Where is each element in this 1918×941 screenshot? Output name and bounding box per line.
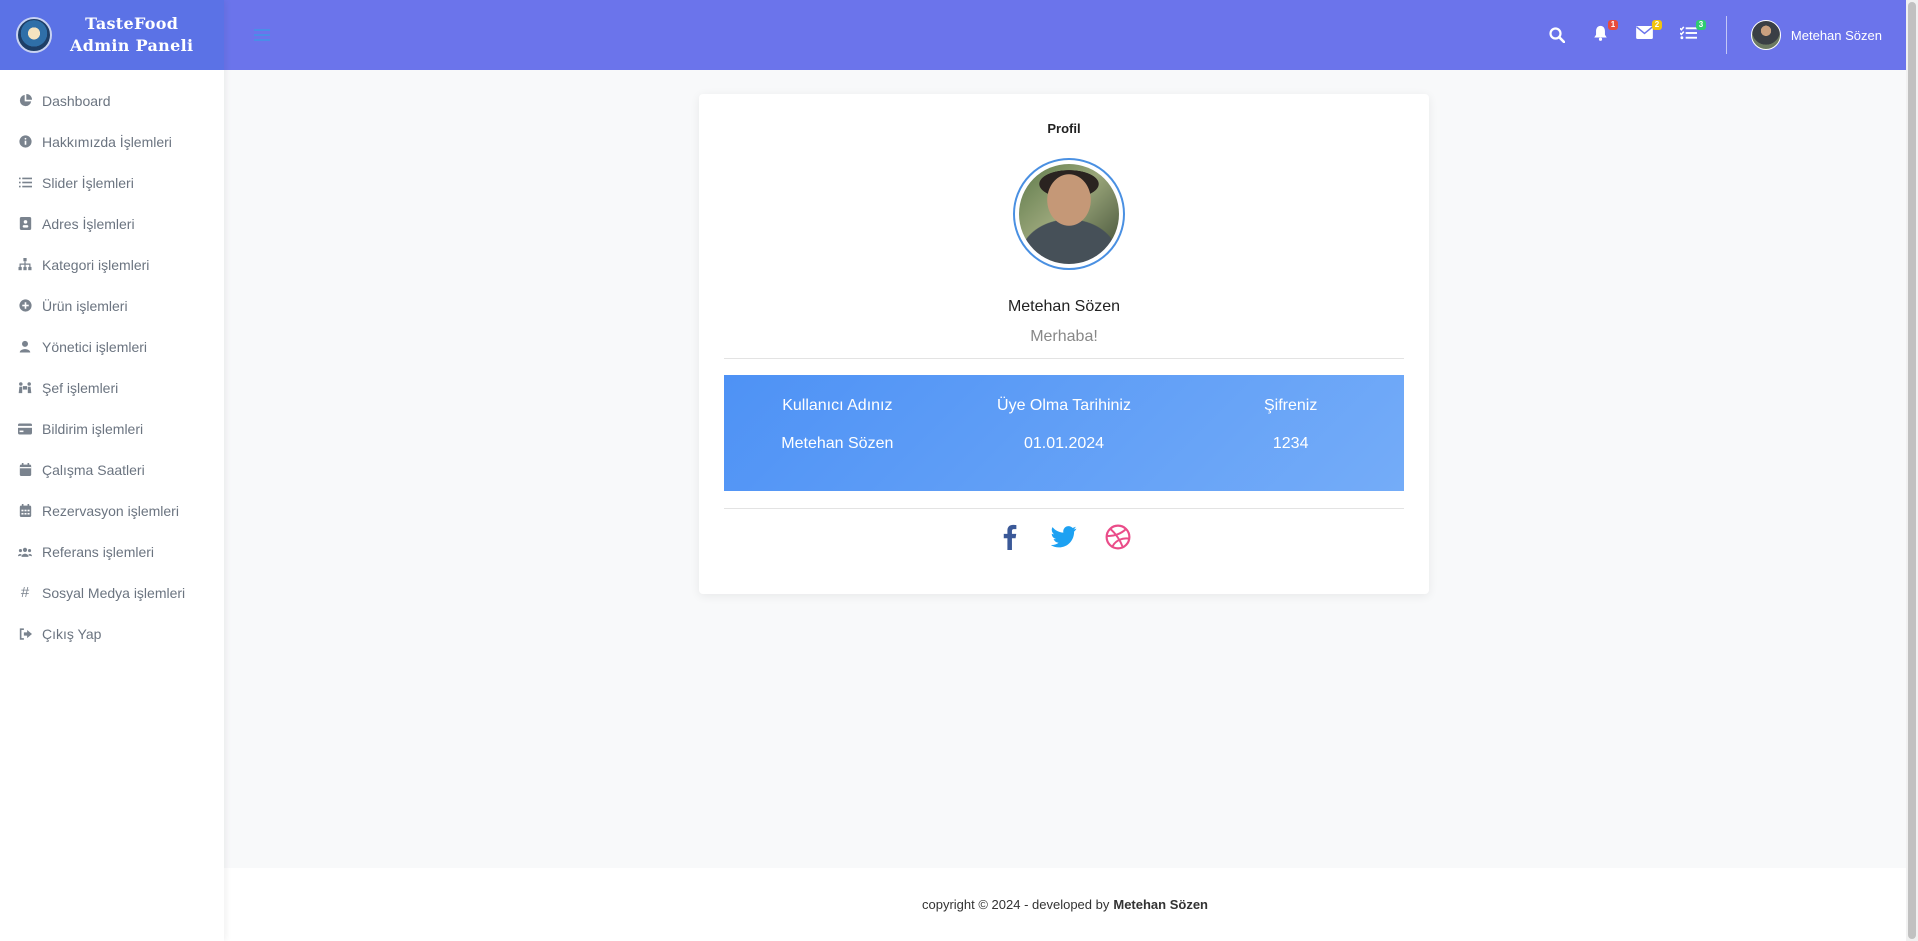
plus-circle-icon [18,299,32,313]
bell-icon [1593,25,1608,46]
sidebar-item-admin[interactable]: Yönetici işlemleri [0,326,224,367]
info-label: Şifreniz [1264,397,1318,414]
sidebar-item-label: Çıkış Yap [42,625,102,642]
profile-name: Metehan Sözen [1007,298,1121,315]
tasks-badge: 3 [1695,20,1706,30]
sidebar-item-label: Dashboard [42,92,111,109]
brand-title: TasteFood Admin Paneli [70,13,193,57]
profile-avatar [1019,164,1119,264]
topbar: 1 2 3 Metehan Sözen [224,0,1906,70]
sidebar-item-label: Hakkımızda İşlemleri [42,133,172,150]
sidebar-item-label: Adres İşlemleri [42,215,135,232]
brand[interactable]: TasteFood Admin Paneli [0,0,224,70]
calendar-icon [18,463,32,477]
info-label: Kullanıcı Adınız [782,397,893,414]
brand-title-line2: Admin Paneli [70,36,194,55]
sidebar-item-label: Rezervasyon işlemleri [42,502,179,519]
profile-avatar-frame [1013,158,1125,270]
info-value: 1234 [1272,435,1309,452]
sidebar-item-label: Kategori işlemleri [42,256,150,273]
footer: copyright © 2024 - developed by Metehan … [224,868,1906,941]
list-icon [18,176,32,190]
menu-toggle-icon[interactable] [254,29,270,41]
main-content: Profil Metehan Sözen Merhaba! Kullanıcı … [224,70,1906,868]
brand-title-line1: TasteFood [85,14,179,33]
sidebar-item-label: Çalışma Saatleri [42,461,145,478]
sidebar-item-chef[interactable]: Şef işlemleri [0,367,224,408]
sidebar-item-label: Ürün işlemleri [42,297,128,314]
sidebar-item-label: Yönetici işlemleri [42,338,148,355]
sidebar-item-address[interactable]: Adres İşlemleri [0,203,224,244]
profile-card: Profil Metehan Sözen Merhaba! Kullanıcı … [699,94,1429,594]
sidebar-item-about[interactable]: Hakkımızda İşlemleri [0,121,224,162]
sidebar-item-dashboard[interactable]: Dashboard [0,80,224,121]
social-links [699,522,1429,552]
user-name: Metehan Sözen [1790,27,1882,43]
footer-copyright: copyright © 2024 - developed by [922,897,1110,912]
dribbble-icon[interactable] [1105,522,1131,552]
address-card-icon [18,217,32,231]
calendar-alt-icon [18,504,32,518]
sidebar-nav: Dashboard Hakkımızda İşlemleri Slider İş… [0,70,224,654]
sidebar-item-working-hours[interactable]: Çalışma Saatleri [0,449,224,490]
tasks-button[interactable]: 3 [1678,20,1706,46]
messages-badge: 2 [1651,20,1662,30]
user-menu[interactable]: Metehan Sözen [1750,20,1882,50]
sidebar-item-reservation[interactable]: Rezervasyon işlemleri [0,490,224,531]
users-icon [18,545,32,559]
sidebar-item-label: Şef işlemleri [42,379,119,396]
scrollbar-thumb[interactable] [1908,2,1916,939]
search-icon[interactable] [1546,24,1568,46]
sidebar-item-label: Sosyal Medya işlemleri [42,584,186,601]
page-scrollbar[interactable] [1906,0,1918,941]
profile-greeting: Merhaba! [1030,328,1098,345]
credit-card-icon [18,422,32,436]
sidebar-item-label: Bildirim işlemleri [42,420,144,437]
info-value: Metehan Sözen [781,435,894,452]
envelope-icon [1636,26,1654,44]
sidebar-item-product[interactable]: Ürün işlemleri [0,285,224,326]
profile-info-panel: Kullanıcı Adınız Metehan Sözen Üye Olma … [724,375,1404,491]
footer-author: Metehan Sözen [1113,897,1208,912]
info-value: 01.01.2024 [1023,435,1105,452]
topbar-divider [1725,16,1727,54]
info-circle-icon [18,135,32,149]
topbar-actions: 1 2 3 Metehan Sözen [1524,0,1882,70]
sidebar-item-category[interactable]: Kategori işlemleri [0,244,224,285]
sidebar-item-label: Slider İşlemleri [42,174,134,191]
info-join-date: Üye Olma Tarihiniz 01.01.2024 [951,375,1178,491]
sign-out-icon [18,627,32,641]
notifications-badge: 1 [1607,20,1618,30]
twitter-icon[interactable] [1051,522,1077,552]
brand-logo [16,17,52,53]
facebook-icon[interactable] [997,522,1023,552]
info-username: Kullanıcı Adınız Metehan Sözen [724,375,951,491]
info-password: Şifreniz 1234 [1177,375,1404,491]
divider [724,358,1404,359]
people-carry-icon [18,381,32,395]
divider [724,508,1404,509]
info-label: Üye Olma Tarihiniz [997,397,1131,414]
sidebar-item-social-media[interactable]: # Sosyal Medya işlemleri [0,572,224,613]
notifications-button[interactable]: 1 [1590,20,1618,46]
tasks-icon [1679,25,1698,45]
sidebar-item-notification[interactable]: Bildirim işlemleri [0,408,224,449]
sidebar: TasteFood Admin Paneli Dashboard Hakkımı… [0,0,224,941]
sidebar-item-logout[interactable]: Çıkış Yap [0,613,224,654]
sidebar-item-label: Referans işlemleri [42,543,155,560]
chart-pie-icon [18,94,32,108]
sidebar-item-reference[interactable]: Referans işlemleri [0,531,224,572]
messages-button[interactable]: 2 [1634,20,1662,46]
sidebar-item-slider[interactable]: Slider İşlemleri [0,162,224,203]
hashtag-icon: # [20,584,30,601]
profile-title: Profil [1047,121,1081,136]
avatar [1750,20,1781,50]
sitemap-icon [18,258,32,272]
user-icon [18,340,32,354]
